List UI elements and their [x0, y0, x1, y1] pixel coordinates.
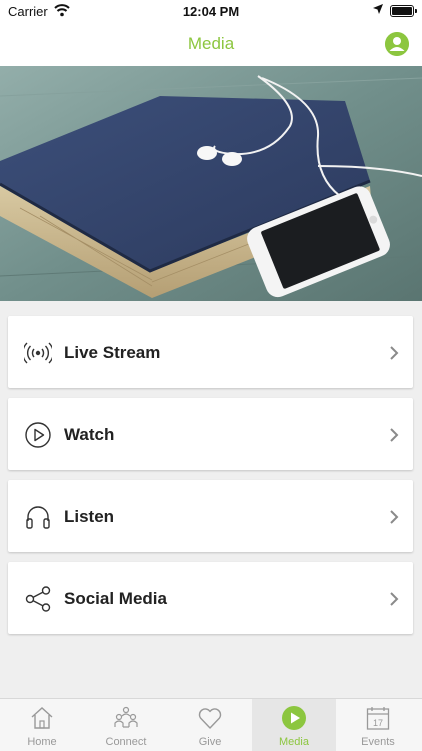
calendar-icon: 17 — [366, 707, 390, 730]
menu-item-listen[interactable]: Listen — [8, 480, 413, 552]
play-circle-icon — [25, 422, 51, 448]
chevron-right-icon — [390, 510, 399, 524]
tab-events[interactable]: 17 Events — [336, 699, 420, 751]
chevron-right-icon — [390, 428, 399, 442]
menu-item-watch[interactable]: Watch — [8, 398, 413, 470]
svg-text:17: 17 — [373, 718, 383, 728]
heart-icon — [198, 708, 222, 729]
media-menu: Live Stream Watch Listen Social Media — [8, 316, 413, 644]
menu-item-label: Listen — [64, 507, 115, 526]
tab-label: Connect — [105, 736, 147, 748]
tab-label: Media — [279, 736, 309, 748]
play-icon — [282, 706, 306, 730]
tab-label: Give — [198, 736, 222, 748]
status-time: 12:04 PM — [182, 4, 240, 19]
home-icon — [31, 707, 53, 729]
chevron-right-icon — [390, 346, 399, 360]
headphones-icon — [26, 506, 50, 529]
tab-connect[interactable]: Connect — [84, 699, 168, 751]
share-icon — [25, 586, 51, 612]
profile-button[interactable] — [385, 32, 409, 56]
menu-item-live-stream[interactable]: Live Stream — [8, 316, 413, 388]
tab-media[interactable]: Media — [252, 699, 336, 751]
battery-icon — [390, 5, 417, 17]
people-icon — [114, 706, 138, 728]
tab-give[interactable]: Give — [168, 699, 252, 751]
menu-item-social-media[interactable]: Social Media — [8, 562, 413, 634]
tab-label: Events — [361, 736, 395, 748]
page-title: Media — [187, 34, 235, 53]
menu-item-label: Live Stream — [64, 343, 161, 362]
chevron-right-icon — [390, 592, 399, 606]
menu-item-label: Watch — [64, 425, 115, 444]
tab-home[interactable]: Home — [0, 699, 84, 751]
navigation-bar: Media — [0, 22, 422, 66]
menu-item-label: Social Media — [64, 589, 167, 608]
tab-bar: Home Connect Give Media 17 Events — [0, 698, 422, 751]
bible-phone-earbuds-image — [0, 66, 422, 301]
tab-label: Home — [27, 736, 57, 748]
live-stream-icon — [24, 342, 52, 364]
hero-image — [0, 66, 422, 301]
location-arrow-icon — [373, 4, 383, 14]
status-bar: Carrier 12:04 PM — [0, 0, 422, 22]
